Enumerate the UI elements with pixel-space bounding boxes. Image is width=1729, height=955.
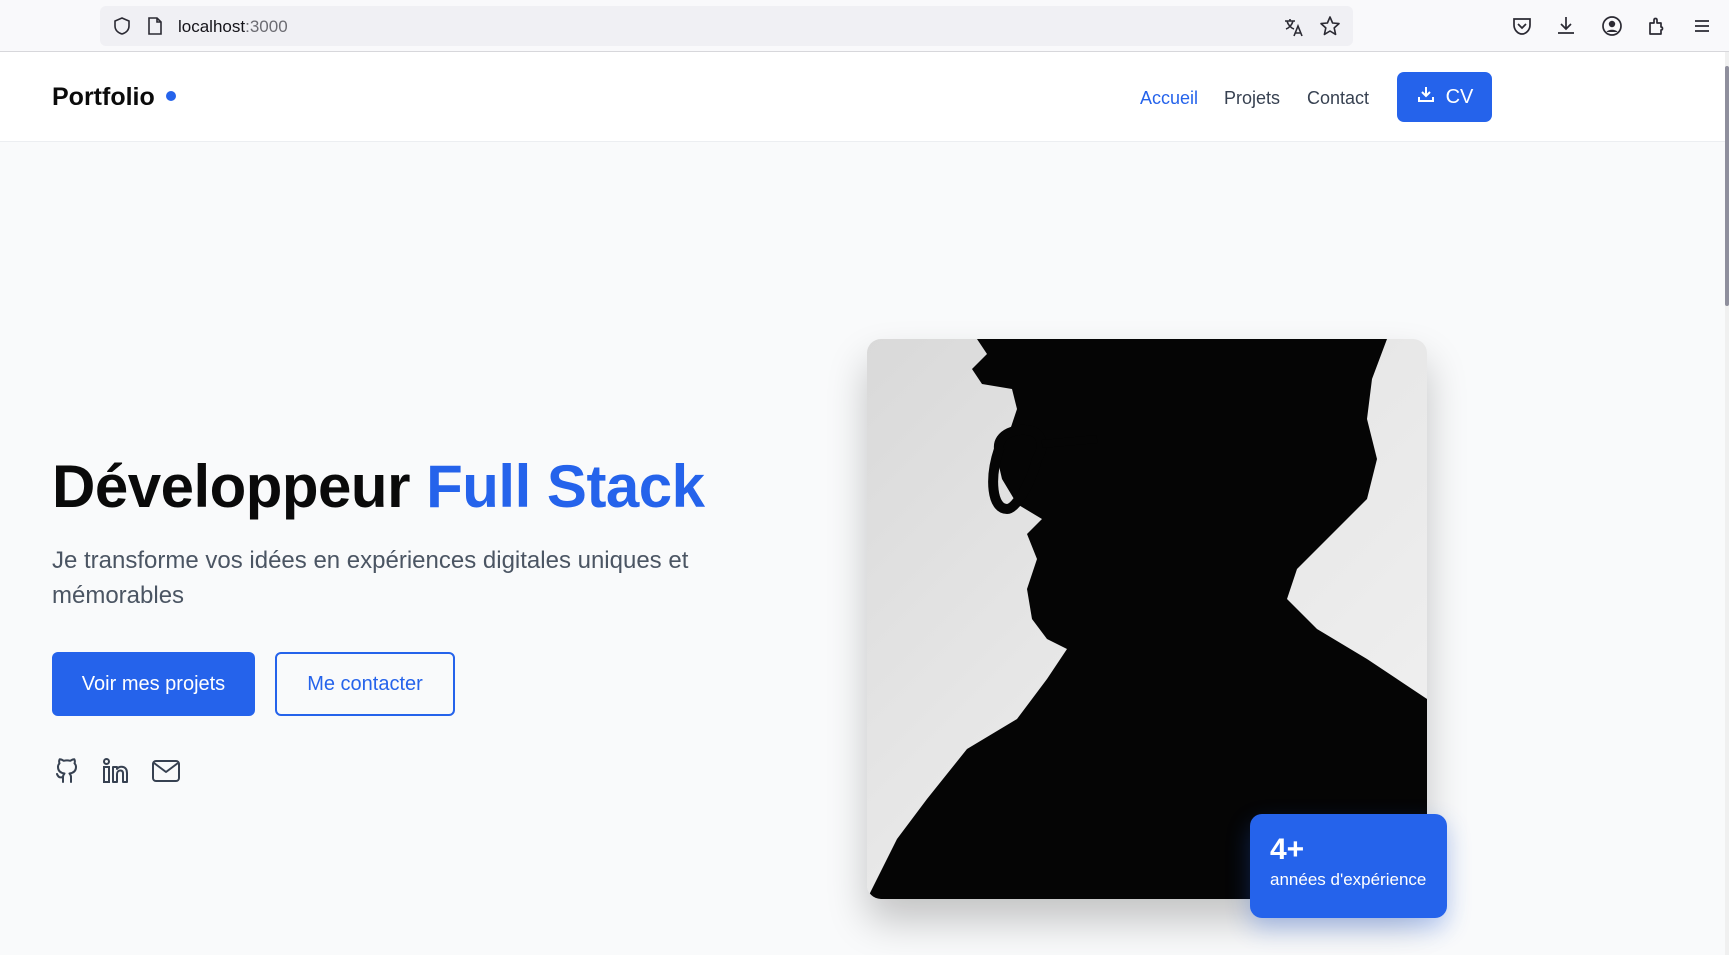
browser-toolbar: localhost:3000 [0,0,1729,52]
hero-title-accent: Full Stack [426,453,705,520]
address-bar[interactable]: localhost:3000 [100,6,1353,46]
mail-icon[interactable] [151,756,181,786]
nav-accueil[interactable]: Accueil [1140,88,1198,109]
github-icon[interactable] [52,756,82,786]
downloads-icon[interactable] [1554,14,1578,38]
brand-logo[interactable]: Portfolio [52,83,155,112]
brand-dot [166,91,176,101]
pocket-icon[interactable] [1510,14,1534,38]
cv-label: CV [1445,85,1474,108]
account-icon[interactable] [1600,14,1624,38]
contact-button[interactable]: Me contacter [275,652,455,716]
menu-icon[interactable] [1690,14,1714,38]
scrollbar-thumb[interactable] [1725,66,1729,306]
download-icon [1416,84,1436,110]
shield-icon[interactable] [112,16,132,41]
view-projects-button[interactable]: Voir mes projets [52,652,255,716]
linkedin-icon[interactable] [101,756,131,786]
url-text[interactable]: localhost:3000 [178,17,288,37]
download-cv-button[interactable]: CV [1397,72,1492,122]
experience-badge: 4+ années d'expérience [1250,814,1447,918]
experience-label: années d'expérience [1270,870,1427,889]
page-icon [146,16,164,41]
translate-icon[interactable] [1283,16,1305,43]
extensions-icon[interactable] [1645,14,1669,38]
hero-title: Développeur Full Stack [52,453,705,520]
nav-contact[interactable]: Contact [1307,88,1369,109]
page-scrollbar[interactable] [1725,52,1729,955]
experience-value: 4+ [1270,833,1305,866]
hero-subtitle: Je transforme vos idées en expériences d… [52,547,689,609]
site-header: Portfolio Accueil Projets Contact CV [0,52,1725,142]
bookmark-star-icon[interactable] [1319,15,1341,42]
nav-projets[interactable]: Projets [1224,88,1280,109]
